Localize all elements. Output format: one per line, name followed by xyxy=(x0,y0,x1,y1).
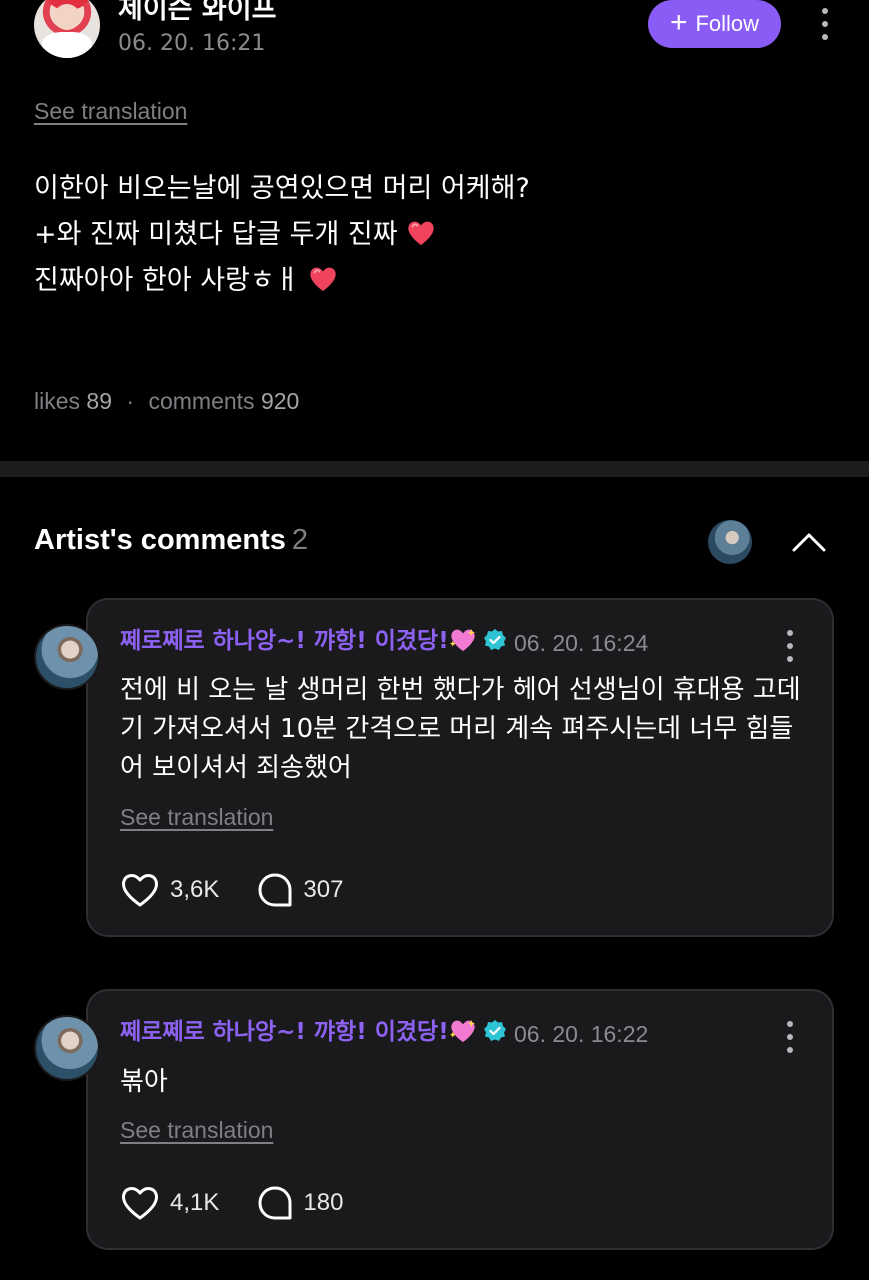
see-translation-link[interactable]: See translation xyxy=(120,1117,273,1144)
separator-dot: · xyxy=(126,388,135,414)
avatar-shirt xyxy=(42,32,92,58)
artist-comments-count: 2 xyxy=(291,524,308,556)
comment-text: 볶아 xyxy=(120,1067,168,1097)
comments-count[interactable]: 920 xyxy=(261,388,299,414)
follow-label: Follow xyxy=(695,11,760,36)
see-translation-link[interactable]: See translation xyxy=(120,804,273,831)
post-line: +와 진짜 미쳤다 답글 두개 진짜 xyxy=(34,212,834,258)
reply-button[interactable]: 307 xyxy=(257,872,343,908)
artist-comments-title[interactable]: Artist's comments 2 xyxy=(34,524,308,557)
more-vertical-icon[interactable] xyxy=(813,6,837,42)
comment-time: 06. 20. 16:22 xyxy=(514,1021,649,1047)
like-count: 3,6K xyxy=(170,876,220,903)
reply-count: 180 xyxy=(303,1189,344,1216)
author-name[interactable]: 제이슨 와이프 xyxy=(118,0,276,26)
post-line: 진짜아아 한아 사랑ㅎㅐ xyxy=(34,258,834,304)
verified-badge-icon xyxy=(483,629,506,650)
comment-time: 06. 20. 16:24 xyxy=(514,630,649,656)
follow-button[interactable]: + Follow xyxy=(648,0,781,48)
plus-icon: + xyxy=(669,5,688,39)
artist-avatar[interactable] xyxy=(708,520,752,564)
post-body: 이한아 비오는날에 공연있으면 머리 어케해? +와 진짜 미쳤다 답글 두개 … xyxy=(34,166,834,304)
post-detail-page: 제이슨 와이프 06. 20. 16:21 + Follow See trans… xyxy=(0,0,869,1280)
more-vertical-icon[interactable] xyxy=(778,628,802,664)
like-button[interactable]: 3,6K xyxy=(120,872,219,908)
sparkling-heart-emoji xyxy=(449,628,475,652)
heart-outline-icon xyxy=(122,874,158,907)
commenter-avatar[interactable] xyxy=(34,1015,100,1081)
commenter-name[interactable]: 쩨로쩨로 하나앙~! 꺄항! 이겼당! xyxy=(120,1017,507,1047)
post-time: 06. 20. 16:21 xyxy=(118,31,266,56)
reply-count: 307 xyxy=(303,876,344,903)
author-avatar[interactable] xyxy=(34,0,100,58)
comment-text: 전에 비 오는 날 생머리 한번 했다가 헤어 선생님이 휴대용 고데기 가져오… xyxy=(120,675,801,783)
comment-bubble-icon xyxy=(258,873,292,907)
section-divider xyxy=(0,461,869,477)
comment-bubble-icon xyxy=(258,1186,292,1220)
see-translation-link[interactable]: See translation xyxy=(34,98,187,125)
chevron-up-icon[interactable] xyxy=(790,524,828,558)
avatar-face xyxy=(54,4,80,30)
sparkling-heart-emoji xyxy=(449,1019,475,1043)
reply-button[interactable]: 180 xyxy=(257,1185,343,1221)
comment-reactions: 3,6K 307 xyxy=(120,872,343,908)
post-line: 이한아 비오는날에 공연있으면 머리 어케해? xyxy=(34,173,530,204)
likes-label: likes xyxy=(34,388,81,414)
likes-count[interactable]: 89 xyxy=(86,388,112,414)
post-stats: likes 89 · comments 920 xyxy=(34,388,299,415)
heart-outline-icon xyxy=(122,1187,158,1220)
more-vertical-icon[interactable] xyxy=(778,1019,802,1055)
artist-comment-card[interactable]: 쩨로쩨로 하나앙~! 꺄항! 이겼당! 06. 20. 16:24 전에 비 오… xyxy=(86,598,834,937)
artist-comment-card[interactable]: 쩨로쩨로 하나앙~! 꺄항! 이겼당! 06. 20. 16:22 볶아 See… xyxy=(86,989,834,1250)
comments-label: comments xyxy=(148,388,255,414)
red-heart-emoji xyxy=(408,221,434,246)
commenter-avatar[interactable] xyxy=(34,624,100,690)
like-button[interactable]: 4,1K xyxy=(120,1185,219,1221)
red-heart-emoji xyxy=(310,267,336,292)
verified-badge-icon xyxy=(483,1020,506,1041)
comment-reactions: 4,1K 180 xyxy=(120,1185,343,1221)
like-count: 4,1K xyxy=(170,1189,220,1216)
commenter-name[interactable]: 쩨로쩨로 하나앙~! 꺄항! 이겼당! xyxy=(120,626,507,656)
